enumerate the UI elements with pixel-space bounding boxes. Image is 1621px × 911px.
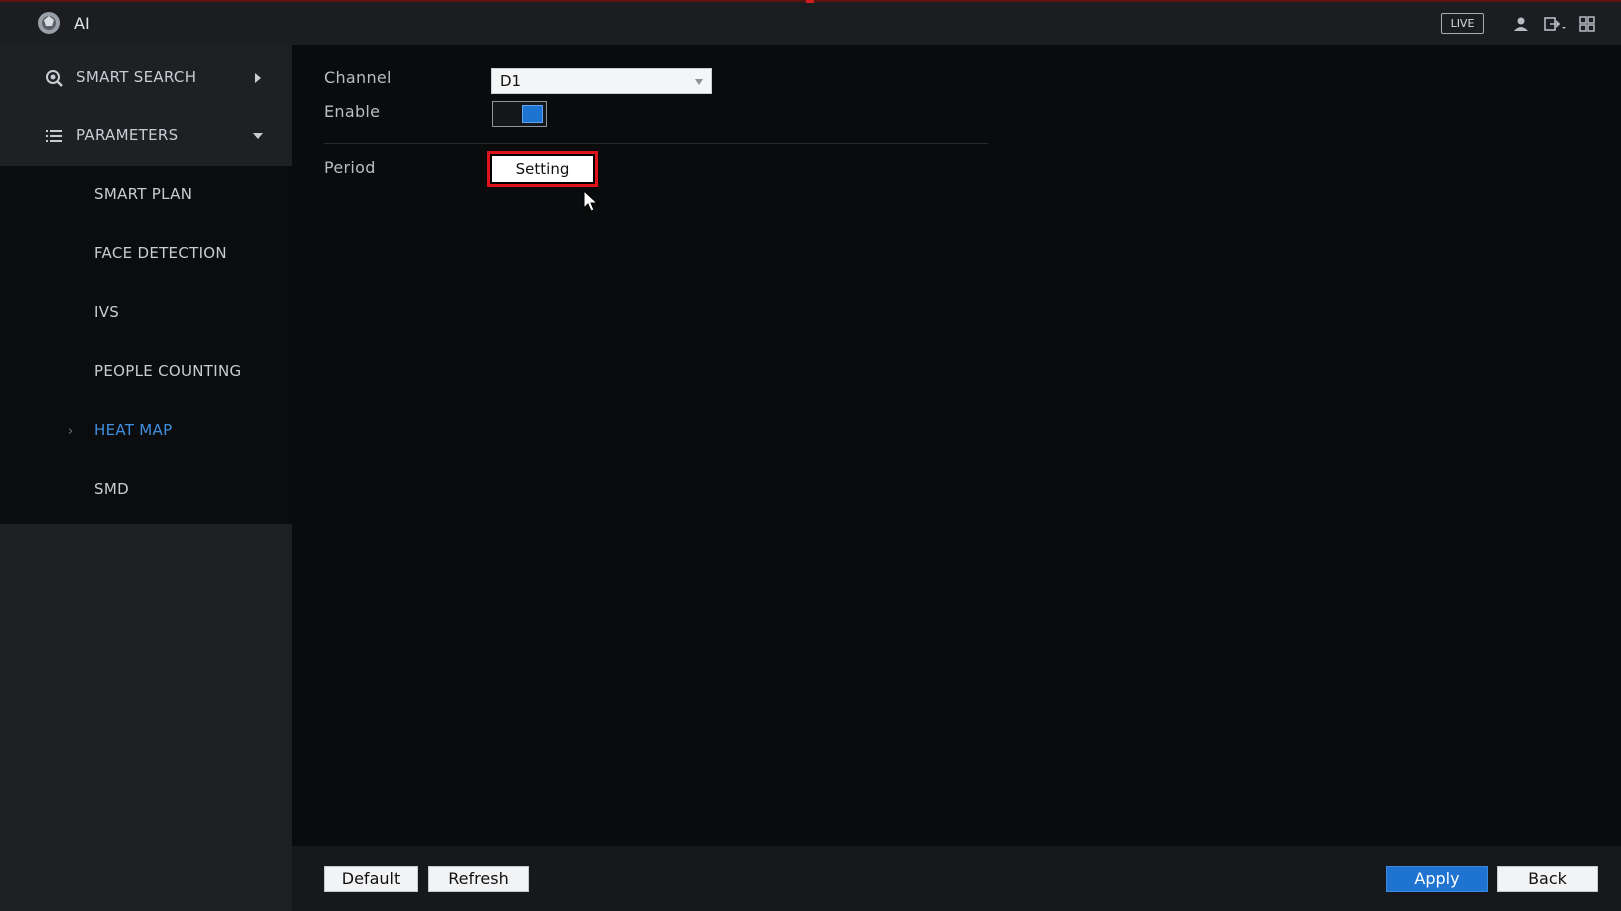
default-button[interactable]: Default: [324, 866, 418, 892]
sidebar-item-label: IVS: [94, 303, 120, 321]
logout-icon[interactable]: [1543, 14, 1569, 34]
user-icon[interactable]: [1511, 14, 1531, 34]
sidebar-item-label: SMART PLAN: [94, 185, 193, 203]
list-icon: [46, 130, 62, 142]
sidebar-item-label: SMD: [94, 480, 129, 498]
refresh-button[interactable]: Refresh: [428, 866, 529, 892]
grid-menu-icon[interactable]: [1577, 14, 1597, 34]
form-divider: [324, 143, 988, 144]
chevron-down-icon: [253, 133, 263, 139]
sidebar-group-smart-search[interactable]: SMART SEARCH: [0, 48, 292, 108]
setting-button-label: Setting: [492, 156, 593, 182]
sidebar-item-label: FACE DETECTION: [94, 244, 227, 262]
sidebar-item-smart-plan[interactable]: SMART PLAN: [0, 166, 292, 224]
back-button[interactable]: Back: [1497, 866, 1598, 892]
sidebar-item-people-counting[interactable]: PEOPLE COUNTING: [0, 343, 292, 401]
live-button[interactable]: LIVE: [1441, 13, 1484, 34]
mouse-cursor-icon: [583, 190, 599, 212]
enable-toggle[interactable]: [492, 101, 547, 127]
active-chevron-icon: ›: [68, 424, 74, 439]
ai-logo-icon: [38, 12, 60, 34]
toggle-knob: [522, 105, 543, 123]
app-title: AI: [74, 14, 90, 33]
sidebar-group-label: PARAMETERS: [76, 126, 179, 144]
period-setting-button[interactable]: Setting: [487, 151, 598, 187]
sidebar-item-face-detection[interactable]: FACE DETECTION: [0, 225, 292, 283]
chevron-right-icon: [255, 73, 261, 83]
top-progress-mark: [806, 0, 814, 3]
top-bar: AI LIVE: [0, 0, 1621, 45]
enable-label: Enable: [324, 102, 381, 121]
sidebar-item-label: HEAT MAP: [94, 421, 173, 439]
period-label: Period: [324, 158, 376, 177]
chevron-down-icon: [695, 79, 703, 85]
sidebar-item-heat-map[interactable]: › HEAT MAP: [0, 402, 292, 460]
sidebar-group-parameters[interactable]: PARAMETERS: [0, 106, 292, 166]
channel-label: Channel: [324, 68, 392, 87]
sidebar-item-ivs[interactable]: IVS: [0, 284, 292, 342]
sidebar-item-label: PEOPLE COUNTING: [94, 362, 242, 380]
apply-button[interactable]: Apply: [1386, 866, 1488, 892]
smart-search-icon: [46, 70, 63, 87]
channel-select[interactable]: D1: [491, 68, 712, 94]
sidebar-item-smd[interactable]: SMD: [0, 461, 292, 519]
parameters-submenu: SMART PLAN FACE DETECTION IVS PEOPLE COU…: [0, 166, 292, 524]
channel-select-value: D1: [500, 72, 522, 90]
sidebar-group-label: SMART SEARCH: [76, 68, 197, 86]
sidebar: SMART SEARCH PARAMETERS SMART PLAN FACE …: [0, 45, 292, 911]
